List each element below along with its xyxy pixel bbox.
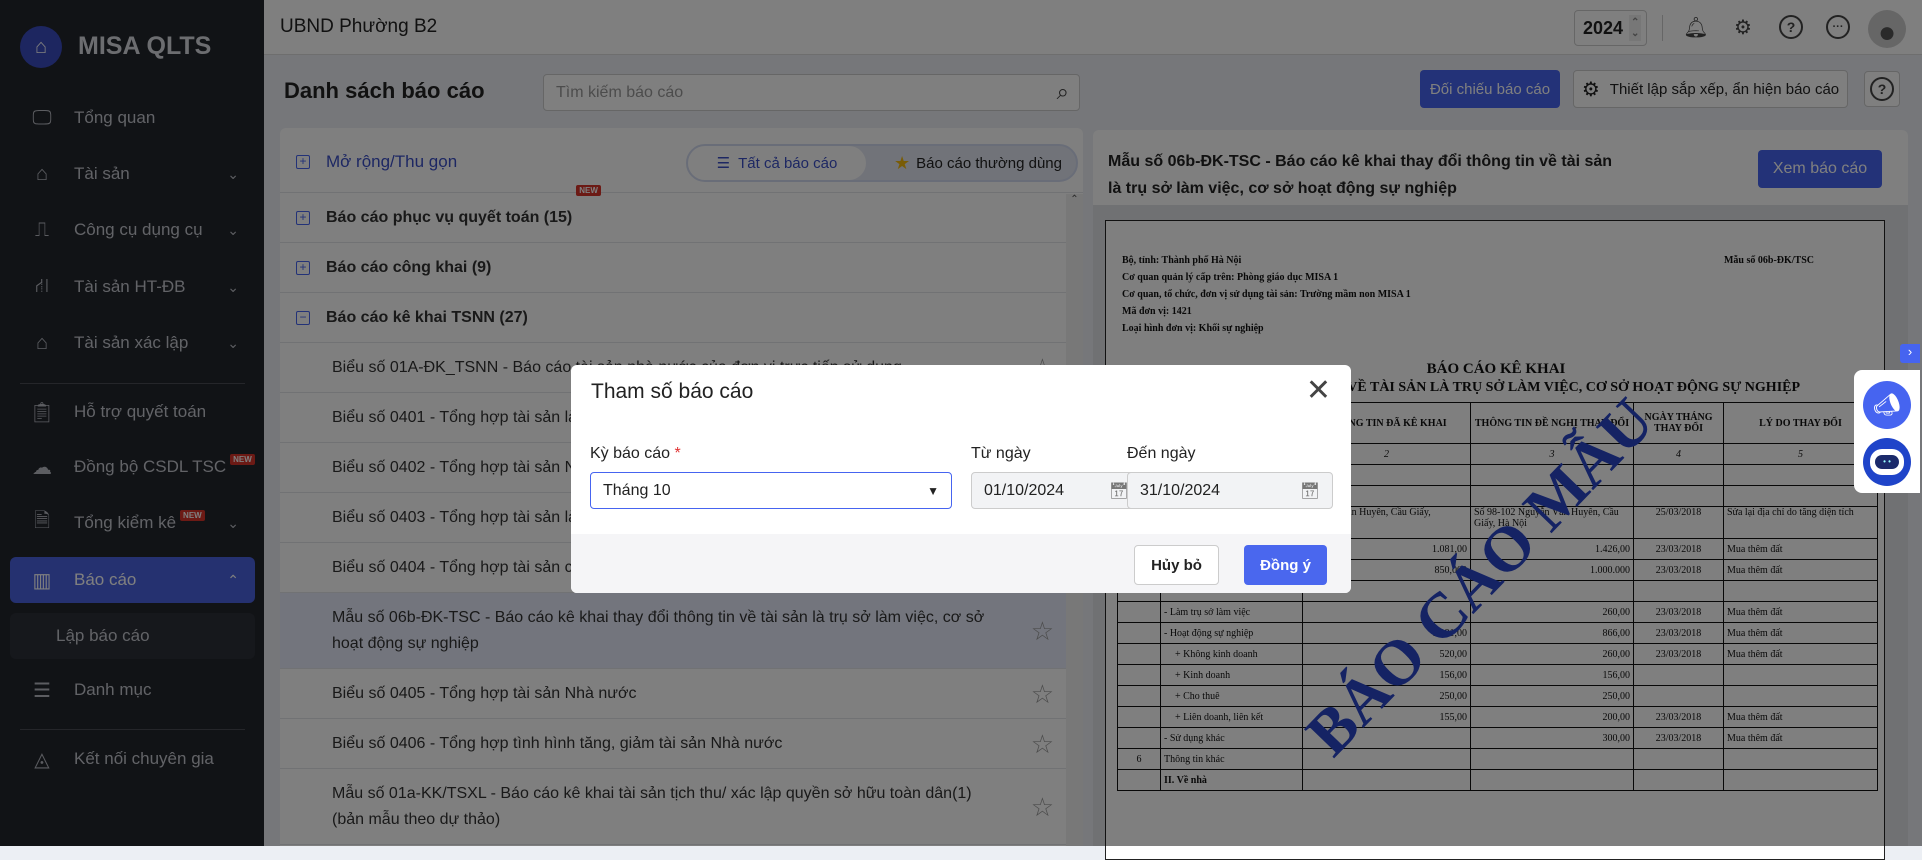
period-label: Kỳ báo cáo * [590,445,681,462]
from-date-value: 01/10/2024 [984,481,1065,499]
chatbot-icon[interactable]: • • [1863,438,1911,486]
from-date-label: Từ ngày [971,445,1031,462]
to-date-value: 31/10/2024 [1140,481,1221,499]
period-value: Tháng 10 [603,481,671,499]
confirm-button[interactable]: Đồng ý [1244,545,1327,585]
calendar-icon[interactable]: 📅︎ [1300,481,1320,501]
caret-down-icon: ▼ [927,483,939,498]
announcement-icon[interactable]: 📣︎ [1863,381,1911,429]
period-select[interactable]: Tháng 10 ▼ [590,472,952,509]
expand-panel-chevron-icon[interactable]: › [1900,344,1920,363]
cancel-button[interactable]: Hủy bỏ [1134,545,1219,585]
from-date-input[interactable]: 01/10/2024 📅︎ [971,472,1142,509]
dialog-footer: Hủy bỏ Đồng ý [571,534,1351,593]
close-icon[interactable]: ✕ [1306,373,1331,408]
dialog-title: Tham số báo cáo [591,380,754,403]
report-parameters-dialog: Tham số báo cáo ✕ Kỳ báo cáo * Tháng 10 ▼… [571,365,1351,593]
to-date-input[interactable]: 31/10/2024 📅︎ [1127,472,1333,509]
to-date-label: Đến ngày [1127,445,1196,462]
calendar-icon[interactable]: 📅︎ [1109,481,1129,501]
floating-widget: 📣︎ • • [1854,370,1920,493]
